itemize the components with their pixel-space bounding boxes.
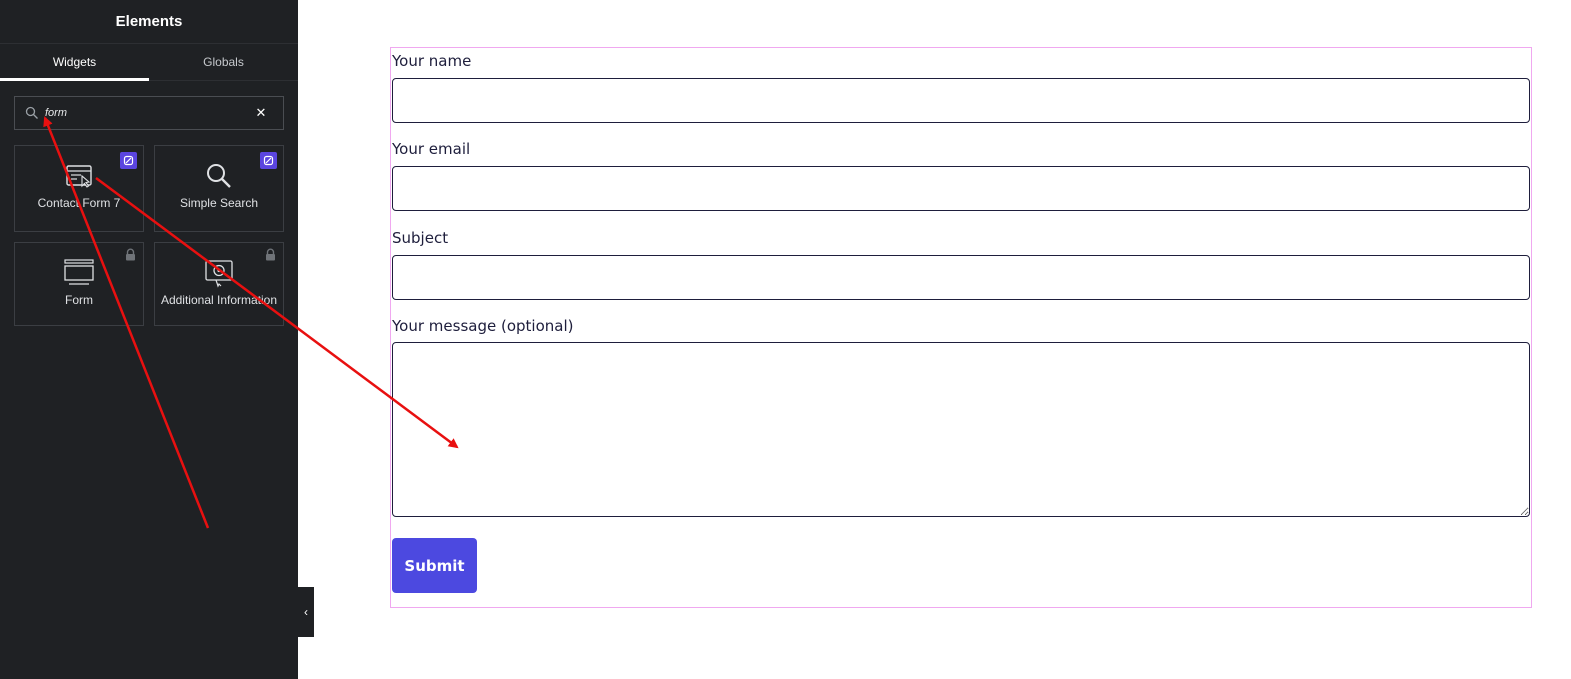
contact-form-icon — [63, 160, 95, 192]
panel-tabs: Widgets Globals — [0, 44, 298, 81]
widget-form[interactable]: Form — [14, 242, 144, 326]
widget-simple-search[interactable]: Simple Search — [154, 145, 284, 232]
pro-badge-icon — [120, 152, 137, 169]
widget-label: Simple Search — [179, 196, 259, 210]
submit-button[interactable]: Submit — [392, 538, 477, 593]
tab-widgets[interactable]: Widgets — [0, 44, 149, 81]
field-label-subject: Subject — [392, 229, 449, 247]
field-label-message: Your message (optional) — [392, 317, 574, 335]
widget-label: Form — [65, 293, 93, 307]
chevron-left-icon[interactable]: ‹ — [298, 587, 314, 637]
widget-additional-information[interactable]: Additional Information — [154, 242, 284, 326]
lock-icon — [124, 248, 137, 261]
widget-label: Contact Form 7 — [37, 196, 121, 210]
lock-icon — [264, 248, 277, 261]
widget-search: ✕ — [14, 96, 284, 130]
close-icon[interactable]: ✕ — [253, 105, 269, 121]
name-input[interactable] — [392, 78, 1530, 123]
search-icon — [25, 106, 39, 120]
email-input[interactable] — [392, 166, 1530, 211]
field-label-name: Your name — [392, 52, 472, 70]
info-card-icon — [203, 257, 235, 289]
pro-badge-icon — [260, 152, 277, 169]
field-label-email: Your email — [392, 140, 471, 158]
message-textarea[interactable] — [392, 342, 1530, 517]
widget-contact-form-7[interactable]: Contact Form 7 — [14, 145, 144, 232]
form-icon — [63, 257, 95, 289]
subject-input[interactable] — [392, 255, 1530, 300]
panel-title: Elements — [0, 0, 298, 44]
search-icon — [203, 160, 235, 192]
search-input[interactable] — [45, 107, 253, 119]
widget-label: Additional Information — [160, 293, 278, 307]
elements-panel: Elements Widgets Globals ✕ Contact Form … — [0, 0, 298, 679]
tab-globals[interactable]: Globals — [149, 44, 298, 80]
